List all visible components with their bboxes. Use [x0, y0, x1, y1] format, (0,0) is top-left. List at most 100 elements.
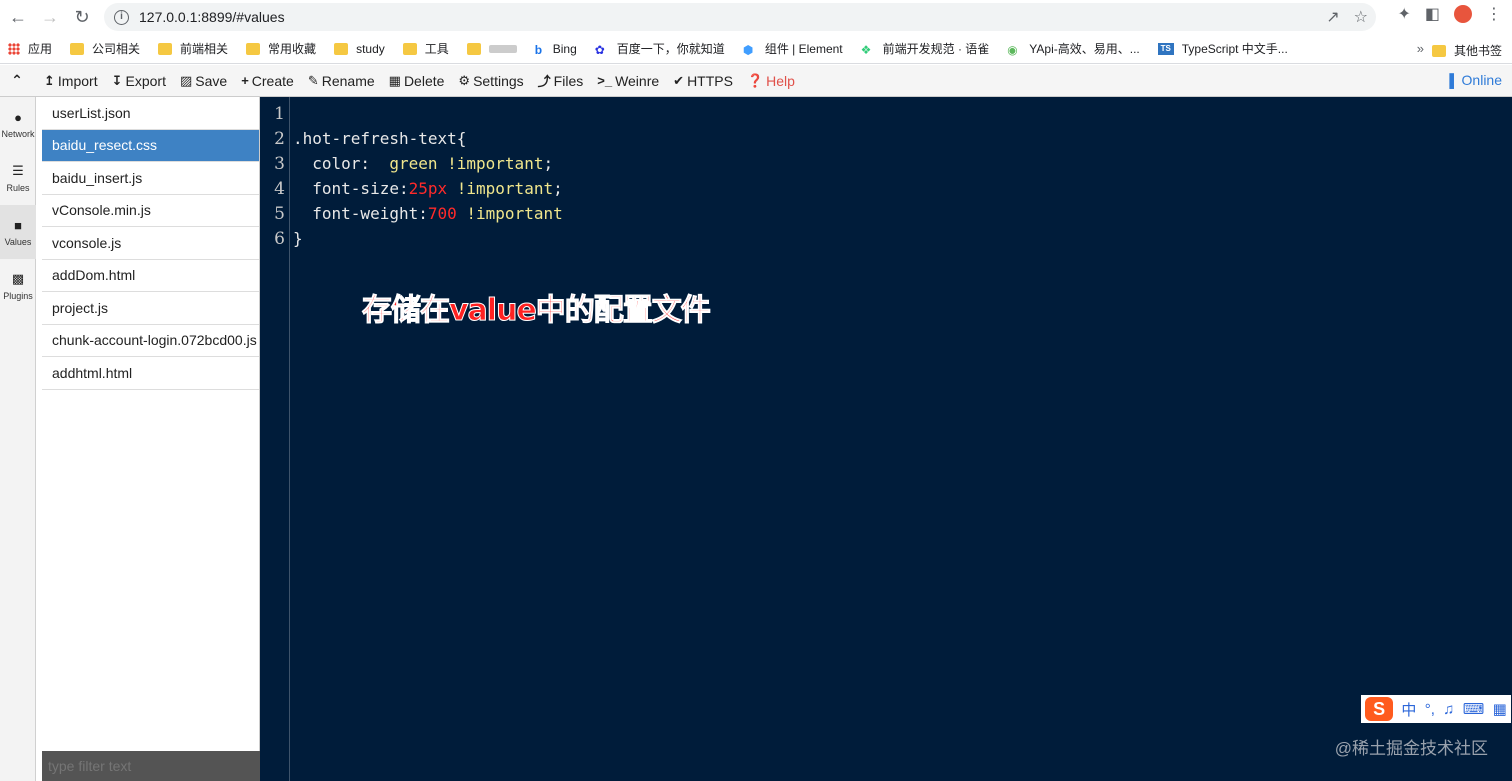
online-status-button[interactable]: ▌ Online [1449, 72, 1502, 88]
bookmark-baidu[interactable]: ✿ 百度一下，你就知道 [595, 40, 725, 57]
weinre-button[interactable]: >_ Weinre [597, 73, 659, 89]
terminal-icon: >_ [597, 73, 613, 88]
other-bookmarks[interactable]: 其他书签 [1431, 42, 1502, 59]
bookmark-folder[interactable]: study [334, 42, 385, 56]
share-icon[interactable]: ↗ [1326, 7, 1339, 27]
trash-icon: ▦ [388, 72, 401, 88]
bookmark-folder[interactable]: 常用收藏 [246, 40, 316, 57]
bookmarks-more-chevron-icon[interactable]: » [1417, 41, 1424, 56]
file-item[interactable]: vConsole.min.js [42, 195, 259, 227]
site-info-icon[interactable]: i [114, 9, 129, 25]
bookmark-typescript[interactable]: TS TypeScript 中文手... [1157, 40, 1288, 57]
collapse-chevron-up-icon[interactable]: ⌃ [0, 65, 34, 97]
plugin-icon: ▩ [11, 271, 25, 286]
element-icon: ⬢ [742, 42, 754, 57]
line-number: 4 [274, 179, 285, 199]
line-number: 2 [274, 129, 285, 149]
bookmark-folder[interactable]: 公司相关 [70, 40, 140, 57]
create-button[interactable]: + Create [241, 73, 294, 89]
bookmark-folder[interactable]: 前端相关 [158, 40, 228, 57]
file-item[interactable]: baidu_insert.js [42, 162, 259, 195]
typescript-icon: TS [1157, 42, 1174, 55]
folder-icon [1431, 44, 1446, 57]
bookmark-star-icon[interactable]: ☆ [1354, 7, 1368, 27]
address-bar[interactable]: i 127.0.0.1:8899/#values ↗ ☆ [104, 3, 1376, 31]
side-panel-icon[interactable]: ◧ [1425, 4, 1440, 24]
line-number: 6 [274, 229, 285, 249]
code-line: font-size:25px !important; [293, 179, 563, 198]
yapi-icon: ◉ [1007, 42, 1018, 57]
folder-icon: ■ [14, 217, 22, 233]
code-line: .hot-refresh-text{ [293, 129, 467, 148]
line-number-gutter: 1 2 3 4 5 6 [260, 97, 290, 781]
bookmark-apps[interactable]: 应用 [8, 40, 52, 57]
code-editor[interactable]: 1 2 3 4 5 6 .hot-refresh-text{ color: gr… [260, 97, 1512, 781]
edit-icon: ✎ [307, 72, 319, 88]
https-button[interactable]: ✔ HTTPS [673, 73, 733, 89]
nav-plugins[interactable]: ▩ Plugins [0, 259, 36, 313]
check-icon: ✔ [673, 72, 685, 88]
delete-button[interactable]: ▦ Delete [389, 73, 445, 89]
sogou-logo-icon: S [1365, 697, 1394, 721]
browser-address-row: ← → ↻ i 127.0.0.1:8899/#values ↗ ☆ ✦ ◧ ⋮ [0, 0, 1512, 34]
import-button[interactable]: ↥ Import [44, 73, 98, 89]
save-button[interactable]: ▨ Save [180, 73, 227, 89]
bookmark-bing[interactable]: b Bing [534, 42, 577, 57]
files-button[interactable]: ⤴ Files [538, 71, 584, 90]
folder-icon [246, 42, 261, 55]
ime-lang[interactable]: 中 [1401, 699, 1416, 720]
bing-icon: b [534, 42, 543, 57]
apps-grid-icon [8, 42, 20, 55]
nav-values[interactable]: ■ Values [0, 205, 36, 259]
baidu-paw-icon: ✿ [594, 42, 605, 57]
keyboard-icon[interactable]: ⌨ [1463, 700, 1485, 718]
profile-avatar[interactable] [1454, 5, 1472, 23]
forward-arrow-icon[interactable]: → [36, 3, 64, 31]
folder-icon [466, 42, 481, 55]
help-button[interactable]: ❓ Help [747, 73, 795, 89]
file-item[interactable]: project.js [42, 292, 259, 325]
code-line: font-weight:700 !important [293, 204, 563, 223]
file-item[interactable]: addhtml.html [42, 357, 259, 390]
filter-input[interactable] [42, 751, 260, 781]
microphone-icon[interactable]: ♫ [1443, 701, 1454, 718]
browser-menu-icon[interactable]: ⋮ [1486, 4, 1502, 24]
bar-chart-icon: ▌ [1449, 72, 1459, 88]
annotation-text: 存储在value中的配置文件 [362, 293, 712, 329]
file-item[interactable]: chunk-account-login.072bcd00.js [42, 325, 259, 357]
values-file-list: userList.json baidu_resect.css baidu_ins… [42, 97, 260, 751]
file-item[interactable]: addDom.html [42, 260, 259, 292]
yuque-icon: ❖ [860, 42, 872, 57]
folder-icon [402, 42, 417, 55]
file-item-selected[interactable]: baidu_resect.css [42, 129, 259, 162]
globe-icon: ● [14, 109, 22, 125]
rename-button[interactable]: ✎ Rename [308, 73, 375, 89]
folder-icon [70, 42, 85, 55]
bookmarks-bar: 应用 公司相关 前端相关 常用收藏 study 工具 b Bing ✿ 百度一下，你… [0, 34, 1512, 64]
settings-button[interactable]: ⚙ Settings [458, 73, 523, 89]
nav-rules[interactable]: ☰ Rules [0, 151, 36, 205]
grid-icon[interactable]: ▦ [1493, 700, 1507, 718]
ime-punct[interactable]: °, [1425, 701, 1435, 718]
ime-toolbar[interactable]: S 中 °, ♫ ⌨ ▦ [1361, 695, 1511, 723]
import-icon: ↥ [44, 72, 55, 88]
file-item[interactable]: userList.json [42, 97, 259, 130]
gear-icon: ⚙ [458, 72, 471, 88]
left-nav: ● Network ☰ Rules ■ Values ▩ Plugins [0, 97, 36, 781]
whistle-toolbar: ⌃ ↥ Import ↧ Export ▨ Save + Create ✎ Rename … [0, 65, 1512, 97]
nav-network[interactable]: ● Network [0, 97, 36, 151]
bookmark-element[interactable]: ⬢ 组件 | Element [743, 40, 843, 57]
extensions-puzzle-icon[interactable]: ✦ [1397, 4, 1410, 24]
url-text[interactable]: 127.0.0.1:8899/#values [139, 9, 285, 25]
bookmark-folder-blurred[interactable] [466, 42, 517, 55]
watermark: @稀土掘金技术社区 [1334, 739, 1488, 758]
back-arrow-icon[interactable]: ← [4, 3, 32, 31]
bookmark-yapi[interactable]: ◉ YApi-高效、易用、... [1007, 40, 1139, 57]
export-button[interactable]: ↧ Export [112, 73, 166, 89]
file-item[interactable]: vconsole.js [42, 227, 259, 260]
reload-icon[interactable]: ↻ [68, 3, 96, 31]
bookmark-yuque[interactable]: ❖ 前端开发规范 · 语雀 [861, 40, 990, 57]
plus-icon: + [241, 73, 249, 88]
bookmark-folder[interactable]: 工具 [402, 40, 449, 57]
line-number: 1 [274, 104, 285, 124]
